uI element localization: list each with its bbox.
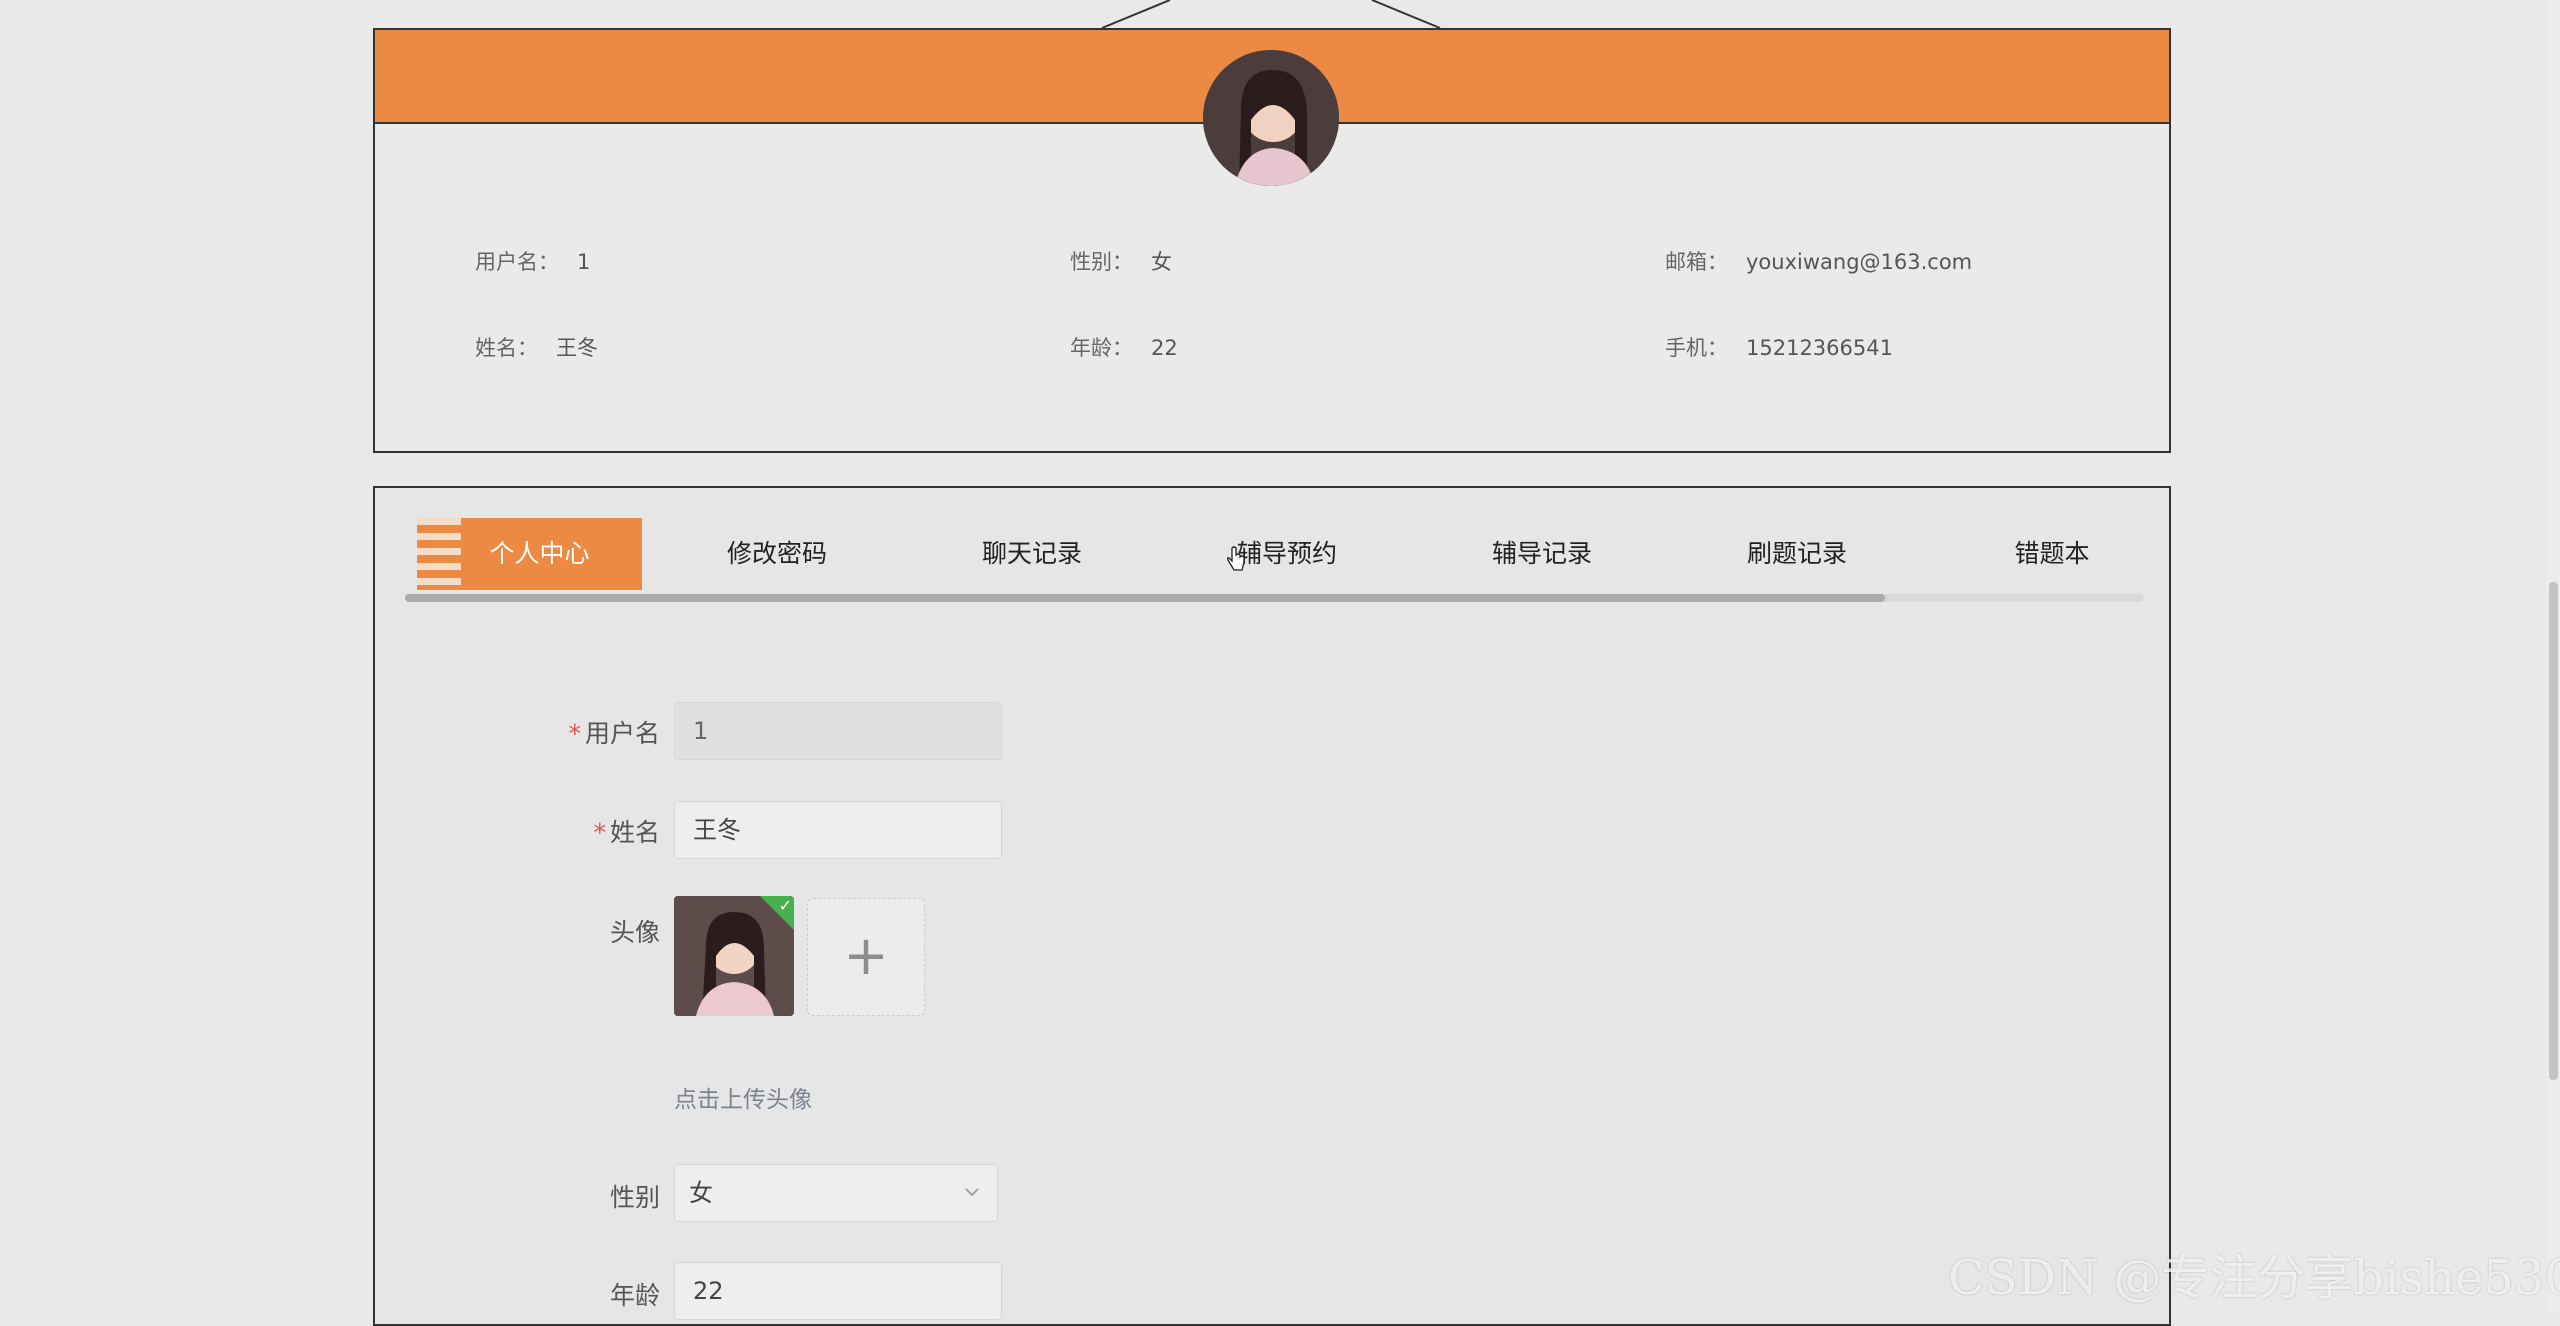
main-card: 个人中心 修改密码 聊天记录 辅导预约 辅导记录 刷题记录 错题本 * 用户名 1… (373, 486, 2171, 1326)
tab-tutoring-records[interactable]: 辅导记录 (1442, 518, 1642, 590)
tab-chat-history[interactable]: 聊天记录 (932, 518, 1132, 590)
tab-personal-center[interactable]: 个人中心 (417, 518, 642, 590)
name-label: * 姓名 (593, 818, 660, 847)
username-label: * 用户名 (568, 719, 660, 748)
profile-username: 用户名： 1 (475, 250, 591, 274)
tab-tutoring-booking[interactable]: 辅导预约 (1187, 518, 1387, 590)
upload-success-check-icon: ✓ (760, 896, 794, 930)
tab-scrollbar[interactable] (405, 594, 2143, 602)
upload-avatar-link[interactable]: 点击上传头像 (674, 1080, 812, 1114)
age-input[interactable]: 22 (674, 1262, 1002, 1320)
username-input[interactable]: 1 (674, 702, 1002, 760)
tab-change-password[interactable]: 修改密码 (677, 518, 877, 590)
chevron-down-icon (965, 1188, 979, 1197)
avatar-label: 头像 (609, 918, 660, 947)
tab-practice-records[interactable]: 刷题记录 (1697, 518, 1897, 590)
tab-scrollbar-thumb[interactable] (405, 594, 1885, 602)
uploaded-avatar-thumbnail[interactable]: ✓ (674, 896, 794, 1016)
add-avatar-button[interactable]: + (807, 898, 925, 1016)
hand-cursor-icon (1227, 546, 1245, 571)
avatar (1203, 50, 1339, 186)
gender-label: 性别 (609, 1183, 660, 1212)
required-mark: * (568, 719, 581, 748)
tab-bar: 个人中心 修改密码 聊天记录 辅导预约 辅导记录 刷题记录 错题本 (417, 518, 2117, 590)
gender-select-value: 女 (689, 1179, 713, 1207)
profile-name: 姓名： 王冬 (475, 336, 598, 360)
name-input[interactable]: 王冬 (674, 801, 1002, 859)
tab-stripes-decoration (417, 518, 461, 590)
required-mark: * (593, 818, 606, 847)
gender-select[interactable]: 女 (674, 1164, 998, 1222)
profile-age: 年龄： 22 (1070, 336, 1178, 360)
profile-email: 邮箱： youxiwang@163.com (1665, 250, 1973, 274)
profile-gender: 性别：女 (1070, 250, 1172, 274)
profile-phone: 手机： 15212366541 (1665, 336, 1893, 360)
page-scrollbar-thumb[interactable] (2549, 582, 2558, 1080)
watermark: CSDN @专注分享bishe530 (1948, 1250, 2560, 1306)
tab-wrong-questions[interactable]: 错题本 (1952, 518, 2152, 590)
age-label: 年龄 (609, 1281, 660, 1310)
tab-label: 个人中心 (489, 539, 590, 568)
